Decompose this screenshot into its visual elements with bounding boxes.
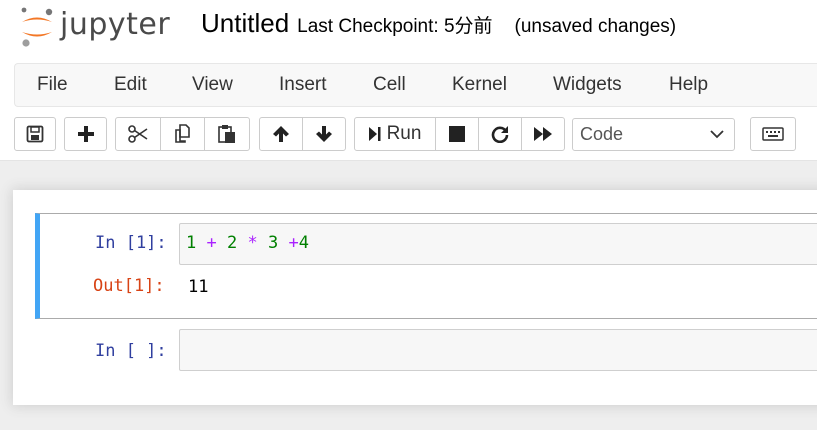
header: jupyter Untitled Last Checkpoint: 5分前 (u… [0,0,817,161]
chevron-down-icon [710,130,724,139]
menu-insert[interactable]: Insert [279,64,327,106]
cell-type-select[interactable]: Code [572,118,735,151]
fast-forward-icon [534,127,552,141]
code-input-area[interactable]: 1 + 2 * 3 +4 [179,223,817,265]
save-button[interactable] [14,117,56,151]
notebook-title[interactable]: Untitled [201,8,289,39]
menubar: File Edit View Insert Cell Kernel Widget… [14,63,817,107]
menu-help[interactable]: Help [669,64,708,106]
restart-button[interactable] [478,117,522,151]
run-button[interactable]: Run [354,117,436,151]
save-group [14,117,56,151]
copy-button[interactable] [160,117,205,151]
paste-button[interactable] [204,117,250,151]
last-checkpoint: Last Checkpoint: 5分前 [297,16,493,37]
menu-edit[interactable]: Edit [114,64,147,106]
run-label: Run [386,123,422,144]
run-group: Run [354,117,565,151]
paste-icon [218,125,235,143]
restart-run-all-button[interactable] [521,117,565,151]
stop-icon [449,126,465,142]
run-icon [368,127,381,141]
move-up-button[interactable] [259,117,303,151]
menu-widgets[interactable]: Widgets [553,64,622,106]
menu-cell[interactable]: Cell [373,64,406,106]
menu-view[interactable]: View [192,64,233,106]
code-line[interactable]: 1 + 2 * 3 +4 [186,233,309,253]
keyboard-icon [762,127,784,141]
title-area: Untitled Last Checkpoint: 5分前 (unsaved c… [201,8,676,39]
code-input-area[interactable] [179,329,817,371]
code-cell-2[interactable]: In [ ]: [35,327,817,373]
input-prompt: In [ ]: [95,341,167,361]
logo-text: jupyter [60,6,171,42]
menu-kernel[interactable]: Kernel [452,64,507,106]
input-prompt: In [1]: [95,233,167,253]
menu-file[interactable]: File [37,64,68,106]
keyboard-group [750,117,796,151]
insert-cell-button[interactable] [64,117,107,151]
plus-icon [77,126,94,142]
jupyter-logo-icon [18,5,56,47]
copy-icon [174,124,190,143]
cut-button[interactable] [115,117,161,151]
cut-icon [128,125,148,143]
autosave-status: (unsaved changes) [514,16,677,37]
code-cell-1[interactable]: In [1]: 1 + 2 * 3 +4 Out[1]: 11 [35,213,817,319]
move-group [259,117,346,151]
interrupt-button[interactable] [435,117,479,151]
notebook-container: In [1]: 1 + 2 * 3 +4 Out[1]: 11 In [ ]: [13,190,817,405]
move-down-button[interactable] [302,117,346,151]
cell-type-value: Code [580,124,624,144]
cell-output: 11 [188,277,209,297]
jupyter-logo[interactable]: jupyter [18,4,170,48]
insert-group [64,117,107,151]
save-icon [26,125,44,143]
command-palette-button[interactable] [750,117,796,151]
arrow-down-icon [316,126,332,142]
restart-icon [491,126,509,143]
output-prompt: Out[1]: [93,276,165,296]
edit-group [115,117,250,151]
arrow-up-icon [273,126,289,142]
